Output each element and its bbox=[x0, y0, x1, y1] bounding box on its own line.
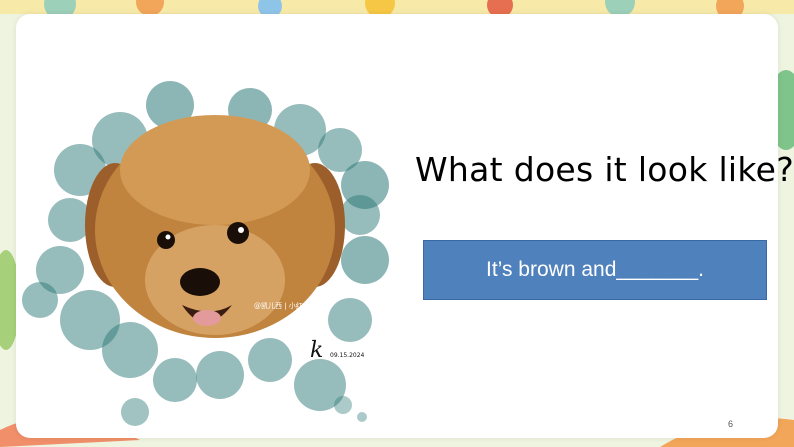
answer-text: It’s brown and_______. bbox=[486, 258, 704, 281]
signature: k bbox=[310, 338, 324, 363]
answer-box: It’s brown and_______. bbox=[423, 240, 767, 300]
page-number: 6 bbox=[728, 419, 734, 429]
watermark-text: @凯儿西 | 小红书 bbox=[254, 302, 310, 310]
signature-date: 09.15.2024 bbox=[330, 352, 365, 359]
question-heading: What does it look like? bbox=[415, 150, 794, 189]
dog-illustration bbox=[22, 81, 389, 426]
